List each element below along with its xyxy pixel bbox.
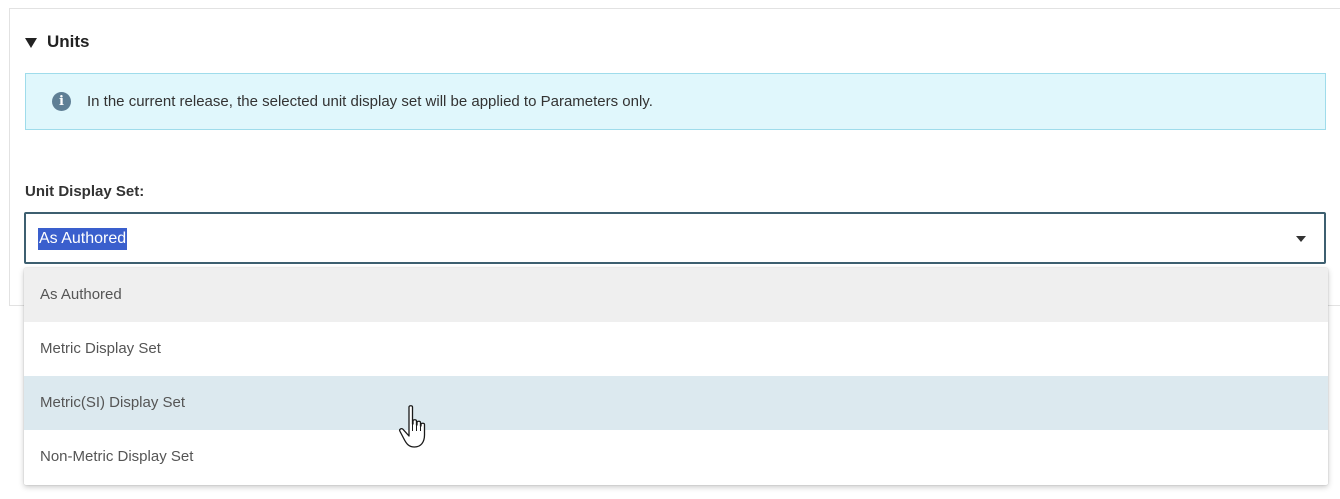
unit-display-set-select[interactable]: As Authored xyxy=(24,212,1326,264)
units-section-toggle[interactable]: Units xyxy=(25,30,90,54)
chevron-down-icon[interactable] xyxy=(1296,236,1306,242)
select-current-value: As Authored xyxy=(38,228,128,250)
option-metric-display-set[interactable]: Metric Display Set xyxy=(24,322,1328,376)
info-banner-text: In the current release, the selected uni… xyxy=(87,93,653,110)
unit-display-set-dropdown: As Authored Metric Display Set Metric(SI… xyxy=(24,268,1328,485)
info-banner: i In the current release, the selected u… xyxy=(25,73,1326,130)
info-icon: i xyxy=(52,92,71,111)
option-metric-si-display-set[interactable]: Metric(SI) Display Set xyxy=(24,376,1328,430)
option-as-authored[interactable]: As Authored xyxy=(24,268,1328,322)
option-non-metric-display-set[interactable]: Non-Metric Display Set xyxy=(24,430,1328,484)
caret-down-icon xyxy=(25,37,37,48)
section-title: Units xyxy=(47,32,90,51)
unit-display-set-label: Unit Display Set: xyxy=(25,183,145,200)
